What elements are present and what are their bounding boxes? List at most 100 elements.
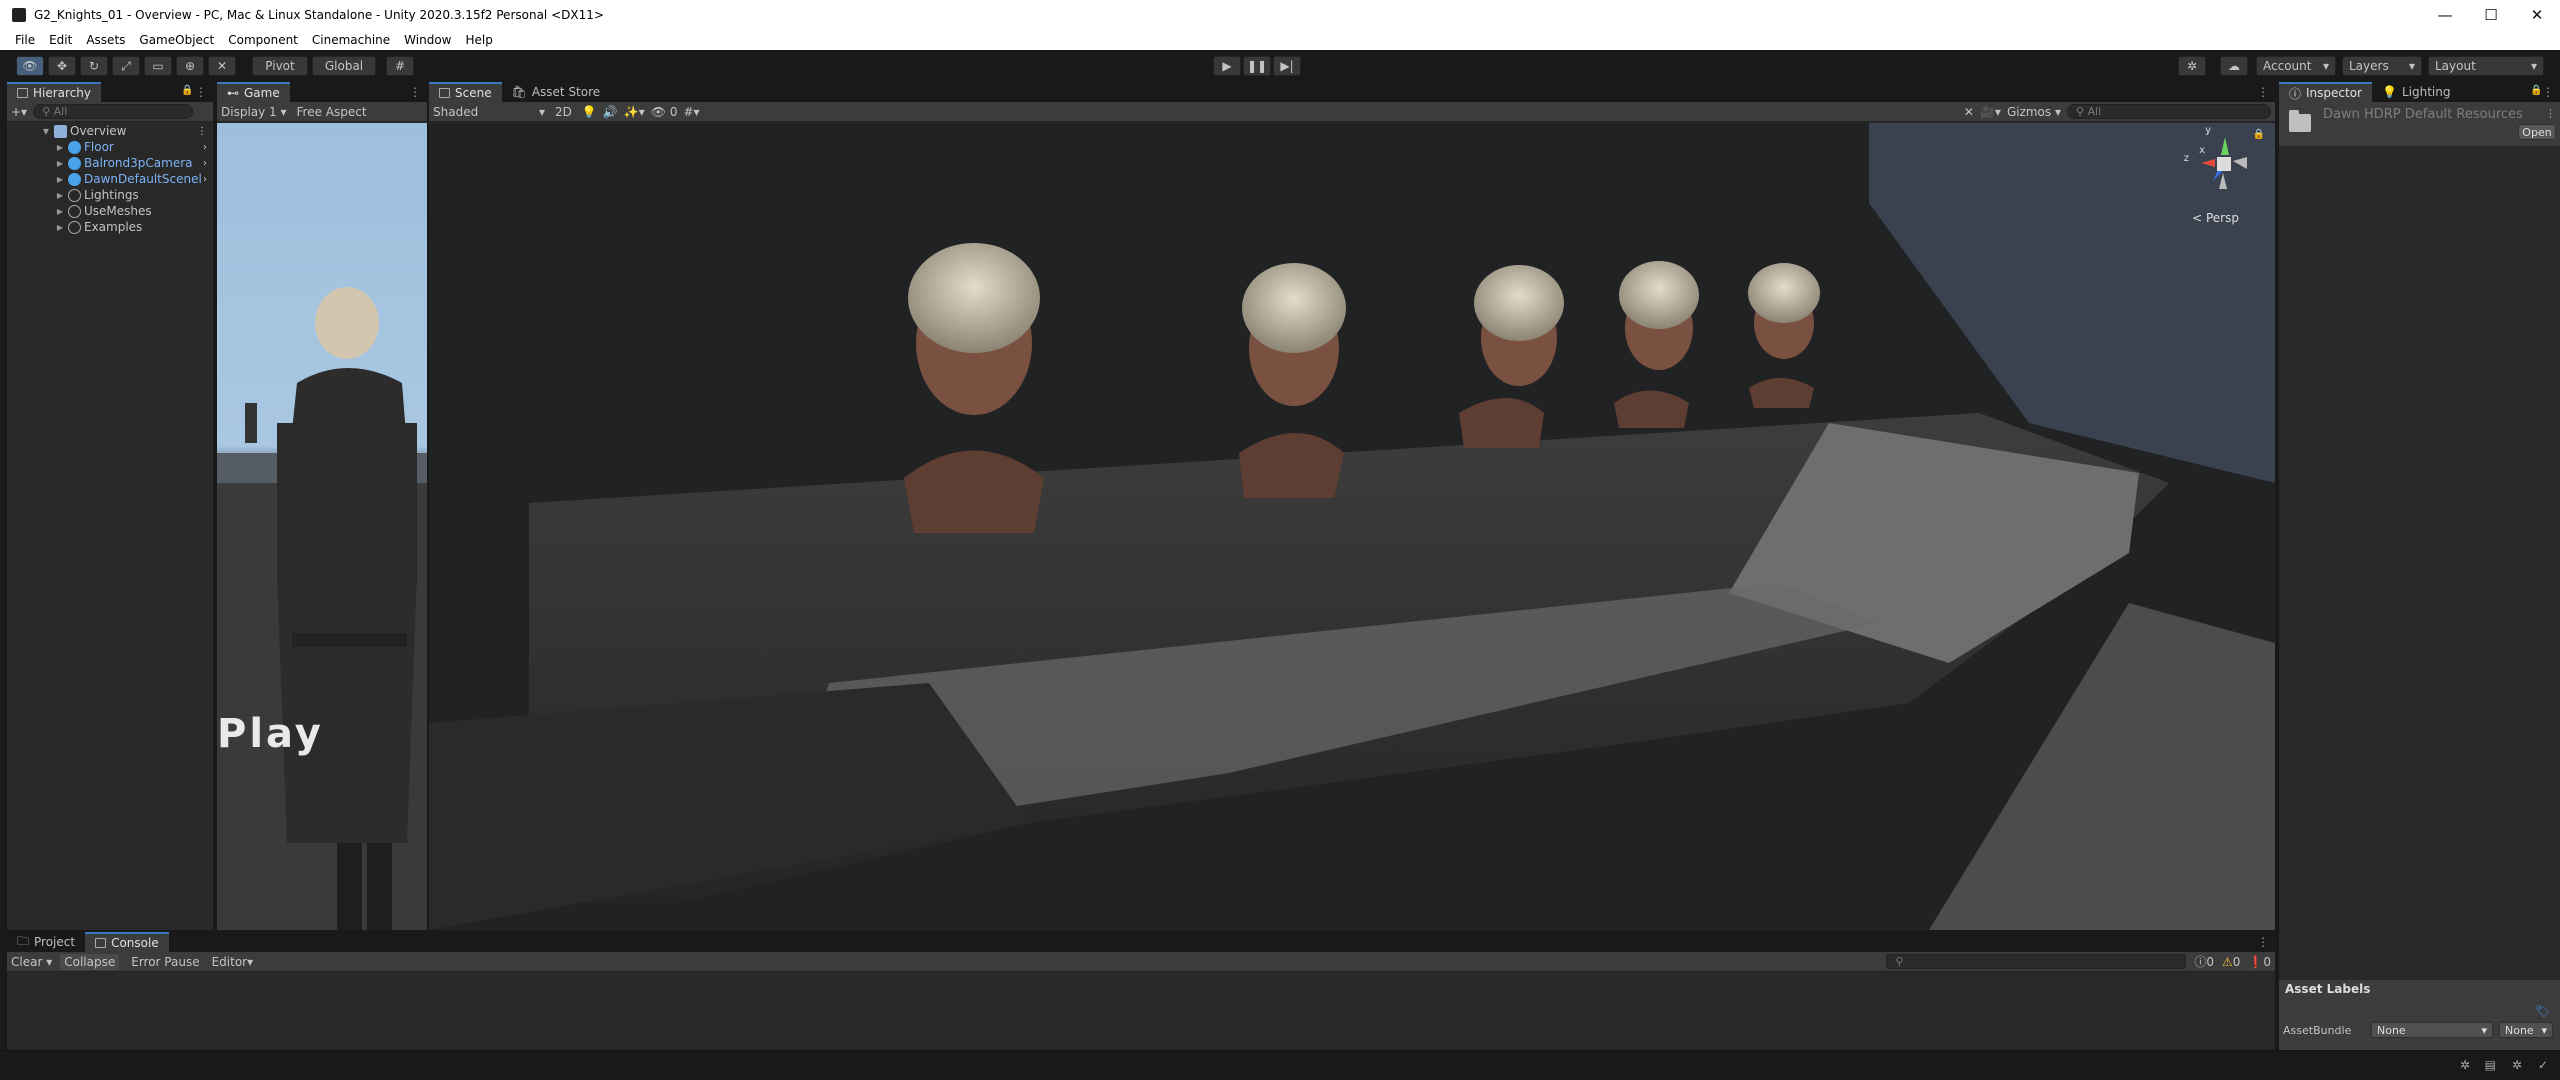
effects-dropdown-icon[interactable]: ✨▾ — [624, 105, 645, 119]
custom-tool-icon[interactable]: ✕ — [208, 56, 236, 76]
scale-tool-icon[interactable]: ⤢ — [112, 56, 140, 76]
graphics-icon[interactable]: ▤ — [2485, 1058, 2496, 1072]
hierarchy-scene-row[interactable]: ▼ Overview ⋮ — [7, 123, 213, 139]
display-dropdown[interactable]: Display 1 ▾ — [221, 105, 287, 119]
info-filter-toggle[interactable]: ⓘ0 — [2194, 953, 2214, 970]
close-button[interactable]: ✕ — [2514, 0, 2560, 30]
layout-dropdown[interactable]: Layout ▾ — [2428, 56, 2544, 76]
move-tool-icon[interactable]: ✥ — [48, 56, 76, 76]
menu-edit[interactable]: Edit — [42, 33, 79, 47]
tools-icon[interactable]: ✕ — [1964, 105, 1974, 119]
chevron-right-icon[interactable]: › — [203, 158, 207, 169]
console-search-input[interactable]: ⚲ — [1886, 954, 2187, 969]
hidden-objects-toggle[interactable]: 👁 0 — [651, 105, 678, 119]
menu-help[interactable]: Help — [459, 33, 500, 47]
expand-arrow-icon[interactable]: ▶ — [55, 223, 65, 232]
asset-menu-icon[interactable]: ⋮ — [2545, 107, 2556, 120]
menu-assets[interactable]: Assets — [79, 33, 132, 47]
hierarchy-item-lightings[interactable]: ▶ Lightings — [7, 187, 213, 203]
hierarchy-item-usemeshes[interactable]: ▶ UseMeshes — [7, 203, 213, 219]
gizmo-lock-icon[interactable]: 🔒 — [2253, 129, 2265, 140]
expand-arrow-icon[interactable]: ▶ — [55, 191, 65, 200]
maximize-button[interactable]: ☐ — [2468, 0, 2514, 30]
collab-icon[interactable]: ✲ — [2178, 56, 2206, 76]
add-object-button[interactable]: +▾ — [11, 105, 27, 119]
cloud-icon[interactable]: ☁ — [2220, 56, 2248, 76]
tab-inspector[interactable]: ⓘ Inspector — [2279, 82, 2372, 102]
label-tag-icon[interactable]: 🏷 — [2535, 1004, 2550, 1018]
audio-toggle-icon[interactable]: 🔊 — [603, 105, 618, 119]
hierarchy-item-examples[interactable]: ▶ Examples — [7, 219, 213, 235]
game-menu-icon[interactable]: ⋮ — [409, 85, 421, 99]
open-button[interactable]: Open — [2518, 124, 2556, 140]
hierarchy-item-dawnscene[interactable]: ▶ DawnDefaultScenel › — [7, 171, 213, 187]
scene-viewport[interactable]: y x z 🔒 < Persp — [429, 123, 2275, 930]
progress-icon[interactable]: ✓ — [2538, 1058, 2548, 1072]
pivot-toggle[interactable]: Pivot — [252, 56, 308, 76]
inspector-menu-icon[interactable]: ⋮ — [2542, 85, 2554, 99]
lock-icon[interactable]: 🔒 — [181, 85, 193, 96]
chevron-right-icon[interactable]: › — [203, 174, 207, 185]
shading-dropdown[interactable]: Shaded ▾ — [433, 105, 545, 119]
scene-menu-icon[interactable]: ⋮ — [197, 126, 207, 137]
collapse-toggle[interactable]: Collapse — [60, 953, 120, 970]
expand-arrow-icon[interactable]: ▼ — [41, 127, 51, 136]
editor-dropdown[interactable]: Editor▾ — [212, 955, 254, 969]
assetbundle-dropdown[interactable]: None ▾ — [2371, 1022, 2493, 1038]
hierarchy-menu-icon[interactable]: ⋮ — [195, 85, 207, 99]
hierarchy-item-floor[interactable]: ▶ Floor › — [7, 139, 213, 155]
chevron-right-icon[interactable]: › — [203, 142, 207, 153]
clear-dropdown[interactable]: Clear ▾ — [11, 955, 52, 969]
debug-icon[interactable]: ✲ — [2512, 1058, 2522, 1072]
game-viewport[interactable]: Play — [217, 123, 427, 930]
account-dropdown[interactable]: Account ▾ — [2256, 56, 2336, 76]
hierarchy-search-input[interactable]: ⚲ All — [33, 104, 194, 119]
step-button[interactable]: ▶| — [1273, 56, 1301, 76]
gizmos-dropdown[interactable]: Gizmos ▾ — [2007, 105, 2061, 119]
hierarchy-item-camera[interactable]: ▶ Balrond3pCamera › — [7, 155, 213, 171]
error-filter-toggle[interactable]: ❗0 — [2248, 955, 2271, 969]
transform-tool-icon[interactable]: ⊕ — [176, 56, 204, 76]
hierarchy-search-placeholder: All — [53, 105, 68, 118]
layers-dropdown[interactable]: Layers ▾ — [2342, 56, 2422, 76]
warning-filter-toggle[interactable]: ⚠0 — [2222, 955, 2240, 969]
tab-lighting[interactable]: 💡 Lighting — [2372, 82, 2460, 102]
tab-game[interactable]: ⊷ Game — [217, 82, 290, 102]
menu-gameobject[interactable]: GameObject — [132, 33, 221, 47]
tab-console[interactable]: Console — [85, 932, 169, 952]
scene-menu-icon[interactable]: ⋮ — [2257, 85, 2269, 99]
tab-scene[interactable]: Scene — [429, 82, 502, 102]
orientation-gizmo-icon[interactable] — [2185, 129, 2255, 199]
variant-dropdown[interactable]: None ▾ — [2499, 1022, 2553, 1038]
tab-hierarchy[interactable]: Hierarchy — [7, 82, 102, 102]
pause-button[interactable]: ❚❚ — [1243, 56, 1271, 76]
lighting-toggle-icon[interactable]: 💡 — [582, 105, 597, 119]
scene-search-input[interactable]: ⚲ All — [2067, 104, 2271, 119]
global-toggle[interactable]: Global — [312, 56, 376, 76]
bug-icon[interactable]: ✲ — [2460, 1058, 2470, 1072]
camera-dropdown-icon[interactable]: 🎥▾ — [1980, 105, 2001, 119]
menu-window[interactable]: Window — [397, 33, 458, 47]
play-button[interactable]: ▶ — [1213, 56, 1241, 76]
grid-snap-icon[interactable]: # — [386, 56, 414, 76]
error-pause-toggle[interactable]: Error Pause — [127, 954, 203, 970]
aspect-dropdown[interactable]: Free Aspect — [297, 105, 367, 119]
expand-arrow-icon[interactable]: ▶ — [55, 175, 65, 184]
menu-file[interactable]: File — [8, 33, 42, 47]
menu-component[interactable]: Component — [221, 33, 305, 47]
expand-arrow-icon[interactable]: ▶ — [55, 207, 65, 216]
rotate-tool-icon[interactable]: ↻ — [80, 56, 108, 76]
minimize-button[interactable]: — — [2422, 0, 2468, 30]
expand-arrow-icon[interactable]: ▶ — [55, 159, 65, 168]
console-menu-icon[interactable]: ⋮ — [2257, 935, 2269, 949]
tab-asset-store[interactable]: 🛍 Asset Store — [502, 82, 611, 102]
menu-cinemachine[interactable]: Cinemachine — [305, 33, 397, 47]
expand-arrow-icon[interactable]: ▶ — [55, 143, 65, 152]
view-tool-icon[interactable]: 👁 — [16, 56, 44, 76]
rect-tool-icon[interactable]: ▭ — [144, 56, 172, 76]
mode-2d-toggle[interactable]: 2D — [551, 104, 576, 120]
lock-icon[interactable]: 🔒 — [2530, 85, 2542, 96]
tab-project[interactable]: 🗀 Project — [7, 932, 85, 952]
grid-dropdown-icon[interactable]: #▾ — [683, 105, 699, 119]
projection-toggle[interactable]: < Persp — [2192, 211, 2239, 225]
